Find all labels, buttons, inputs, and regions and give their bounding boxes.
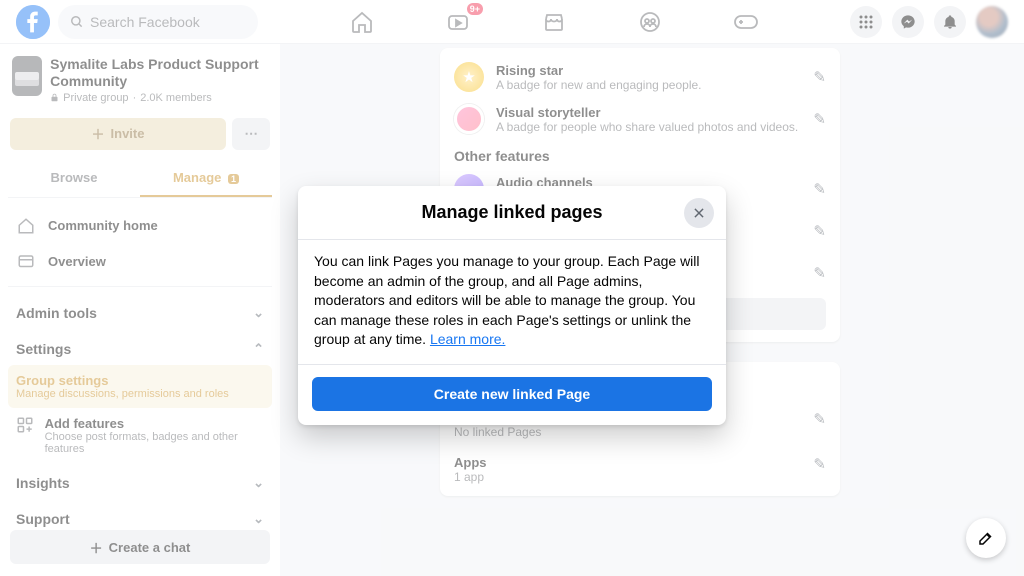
modal-title: Manage linked pages bbox=[298, 186, 726, 240]
create-linked-page-button[interactable]: Create new linked Page bbox=[312, 377, 712, 411]
modal-body: You can link Pages you manage to your gr… bbox=[298, 240, 726, 365]
learn-more-link[interactable]: Learn more. bbox=[430, 331, 505, 347]
modal-backdrop[interactable]: Manage linked pages You can link Pages y… bbox=[0, 0, 1024, 576]
linked-pages-modal: Manage linked pages You can link Pages y… bbox=[298, 186, 726, 425]
close-icon bbox=[692, 206, 706, 220]
close-button[interactable] bbox=[684, 198, 714, 228]
